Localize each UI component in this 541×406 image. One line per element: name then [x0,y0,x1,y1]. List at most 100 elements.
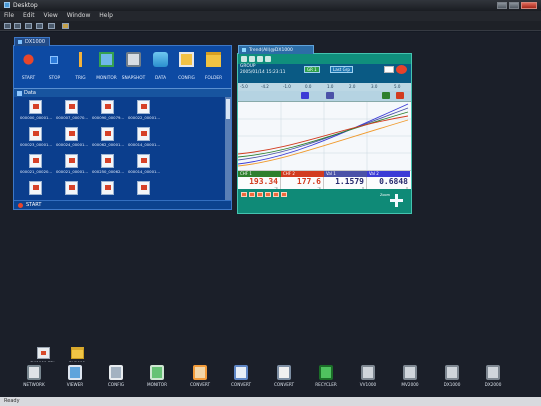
print-icon[interactable] [265,56,271,62]
trend-waveforms [238,102,411,171]
dock-vv1000[interactable]: VV1000 [348,365,388,397]
dock-convert-2[interactable]: CONVERT [221,365,261,397]
file-item[interactable]: 000024_00001... [54,127,90,151]
pdf-file-icon [65,181,78,195]
dock-recycler[interactable]: RECYCLER [306,365,346,397]
trend-window-tab[interactable]: Trend(All)@DX1000 [238,45,314,54]
file-item[interactable]: 000023_00001... [18,127,54,151]
dock-dx2000[interactable]: DX2000 [473,365,513,397]
start-icon [21,52,36,67]
recycle-icon [319,365,333,380]
trend-controls: Zoom [238,189,411,213]
monitor-tool[interactable]: MONITOR [93,49,120,87]
scale-tick: 5.0 [394,84,401,89]
dock-network[interactable]: NETWORK [14,365,54,397]
dock-dx1000[interactable]: DX1000 [432,365,472,397]
dock-viewer[interactable]: VIEWER [55,365,95,397]
control-button[interactable] [241,192,247,197]
pdf-file-icon [65,127,78,141]
device-icon [486,365,500,380]
menu-file[interactable]: File [4,12,14,19]
control-button[interactable] [265,192,271,197]
monitor-icon [150,365,164,380]
zoom-out-icon[interactable] [257,56,263,62]
config-tool[interactable]: CONFIG [173,49,200,87]
control-button[interactable] [257,192,263,197]
file-item[interactable]: 000022_00001... [126,100,162,124]
group-badge[interactable]: GR 1 [304,66,320,73]
trig-tool[interactable]: TRIG [67,49,94,87]
help-icon[interactable] [62,23,69,29]
viewer-icon [68,365,82,380]
cut-icon[interactable] [25,23,32,29]
file-item[interactable]: 000014_00001... [126,127,162,151]
last-group-badge[interactable]: Last Grp [330,66,353,73]
file-item[interactable]: 000090_00079... [90,100,126,124]
pan-zoom-icon[interactable] [390,194,403,207]
folder-tool[interactable]: FOLDER [200,49,227,87]
file-item[interactable] [18,181,54,200]
file-item[interactable]: 000014_00001... [126,154,162,178]
dock-convert-3[interactable]: CONVERT [264,365,304,397]
home-icon[interactable] [241,56,247,62]
dock-mv2000[interactable]: MV2000 [390,365,430,397]
file-item[interactable]: 000021_00020... [18,154,54,178]
device-icon [361,365,375,380]
file-item[interactable]: 000000_00001... [18,100,54,124]
convert-icon [277,365,291,380]
dock-convert-1[interactable]: CONVERT [180,365,220,397]
pdf-file-icon [137,127,150,141]
snapshot-tool[interactable]: SNAPSHOT [120,49,147,87]
copy-icon[interactable] [36,23,43,29]
dx-window[interactable]: DX1000 START STOP TRIG MONITOR SNAPSHOT … [13,37,232,210]
file-item[interactable]: 000021_00001... [54,154,90,178]
menu-help[interactable]: Help [99,12,113,19]
trigger-icon [73,52,88,67]
menu-bar: File Edit View Window Help [0,11,541,21]
menu-window[interactable]: Window [67,12,91,19]
scrollbar-thumb[interactable] [226,99,230,119]
toolbar [0,21,541,31]
file-grid-scrollbar[interactable] [225,97,231,200]
mail-icon[interactable] [384,66,394,73]
control-button[interactable] [273,192,279,197]
channel-value-cell[interactable]: Val 1 1.1579 V [324,171,367,190]
start-tool[interactable]: START [15,49,42,87]
record-status-label: START [26,202,42,208]
control-button[interactable] [249,192,255,197]
monitor-icon [99,52,114,67]
channel-values: CHF 1 193.34 °C CHF 2 177.6 °C Val 1 1.1… [238,170,411,190]
channel-marker [396,92,404,99]
dock-config[interactable]: CONFIG [96,365,136,397]
stop-tool[interactable]: STOP [41,49,68,87]
channel-value-cell[interactable]: CHF 2 177.6 °C [281,171,324,190]
menu-edit[interactable]: Edit [23,12,35,19]
control-button[interactable] [281,192,287,197]
channel-marker [301,92,309,99]
file-item[interactable] [54,181,90,200]
channel-value-cell[interactable]: Val 2 0.6848 V [367,171,410,190]
close-button[interactable] [521,2,537,9]
menu-view[interactable]: View [44,12,58,19]
open-icon[interactable] [14,23,21,29]
file-item[interactable]: 000007_00070... [54,100,90,124]
dock-monitor[interactable]: MONITOR [137,365,177,397]
paste-icon[interactable] [48,23,55,29]
alarm-icon[interactable] [396,65,407,74]
pdf-file-icon [101,181,114,195]
pdf-file-icon [37,347,50,359]
channel-value-cell[interactable]: CHF 1 193.34 °C [238,171,281,190]
new-icon[interactable] [4,23,11,29]
file-item[interactable] [90,181,126,200]
data-tool[interactable]: DATA [147,49,174,87]
trend-window[interactable]: Trend(All)@DX1000 GROUP 2005/01/14 15:23… [237,45,412,214]
file-item[interactable]: 000062_00001... [90,127,126,151]
zoom-in-icon[interactable] [249,56,255,62]
launcher-dock: NETWORK VIEWER CONFIG MONITOR CONVERT CO… [0,362,541,397]
maximize-button[interactable] [509,2,519,9]
dx-tool-row: START STOP TRIG MONITOR SNAPSHOT DATA CO… [14,46,231,88]
file-item[interactable] [126,181,162,200]
dx-window-tab[interactable]: DX1000 [14,37,50,46]
file-item[interactable]: 000250_00062... [90,154,126,178]
minimize-button[interactable] [497,2,507,9]
